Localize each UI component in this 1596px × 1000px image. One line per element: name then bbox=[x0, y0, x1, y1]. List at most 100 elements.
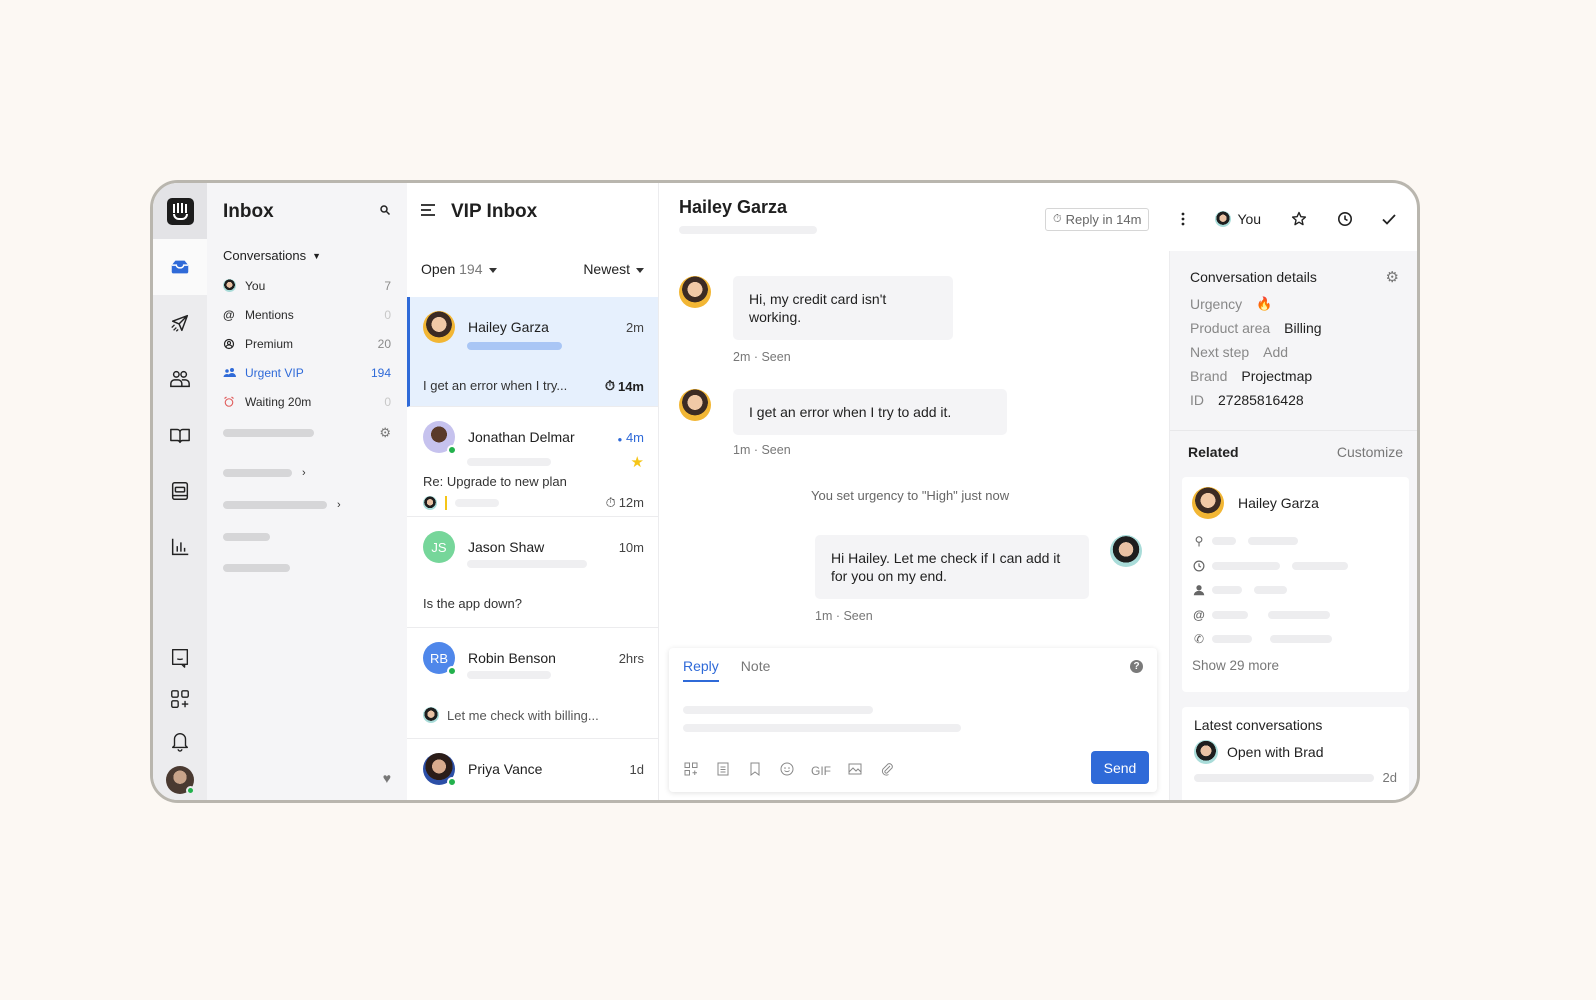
conversation-name: Robin Benson bbox=[468, 650, 556, 666]
clock-icon bbox=[1192, 560, 1206, 572]
avatar: JS bbox=[423, 531, 455, 563]
gear-icon[interactable]: ⚙ bbox=[1386, 268, 1399, 286]
sla-value: 14m bbox=[617, 378, 644, 394]
menu-icon[interactable] bbox=[421, 203, 435, 221]
detail-row-id: ID 27285816428 bbox=[1190, 392, 1304, 408]
conversation-actions: ⏱ Reply in 14m You bbox=[1045, 207, 1397, 231]
chevron-right-icon: › bbox=[337, 499, 341, 511]
help-icon[interactable]: ? bbox=[1130, 660, 1143, 673]
knowledge-nav-icon[interactable] bbox=[153, 407, 207, 463]
user-avatar[interactable] bbox=[166, 766, 195, 795]
timer-icon: ⏱ bbox=[605, 495, 616, 510]
avatar bbox=[423, 421, 457, 455]
detail-row-next-step[interactable]: Next step Add bbox=[1190, 340, 1399, 364]
phone-icon: ✆ bbox=[1193, 632, 1205, 647]
show-more-link[interactable]: Show 29 more bbox=[1192, 658, 1399, 673]
emoji-icon[interactable] bbox=[779, 761, 795, 780]
latest-conversation-item[interactable]: Open with Brad bbox=[1194, 740, 1397, 764]
conversation-snippet: Let me check with billing... bbox=[447, 707, 599, 723]
conversation-item[interactable]: Priya Vance 1d bbox=[407, 739, 658, 800]
priority-marker bbox=[445, 496, 447, 510]
sidebar-title: Inbox bbox=[223, 201, 274, 222]
sidebar-item-waiting[interactable]: Waiting 20m 0 bbox=[223, 387, 391, 416]
notifications-nav-icon[interactable] bbox=[153, 720, 207, 762]
latest-item-time: 2d bbox=[1382, 770, 1397, 785]
more-options-icon[interactable] bbox=[1175, 211, 1191, 227]
contact-name[interactable]: Hailey Garza bbox=[1238, 495, 1319, 511]
inbox-nav-icon[interactable] bbox=[153, 239, 207, 295]
conversations-section-toggle[interactable]: Conversations ▼ bbox=[223, 248, 391, 263]
messenger-nav-icon[interactable] bbox=[153, 636, 207, 678]
reports-nav-icon[interactable] bbox=[153, 519, 207, 575]
snooze-clock-icon[interactable] bbox=[1337, 211, 1353, 227]
sort-dropdown[interactable]: Newest bbox=[583, 261, 644, 277]
tab-reply[interactable]: Reply bbox=[683, 658, 719, 682]
conversation-snippet: Is the app down? bbox=[423, 596, 523, 611]
detail-row-brand[interactable]: Brand Projectmap bbox=[1190, 364, 1399, 388]
conversation-item[interactable]: Hailey Garza 2m I get an error when I tr… bbox=[407, 297, 658, 407]
avatar bbox=[423, 753, 457, 787]
people-icon bbox=[170, 370, 190, 388]
image-icon[interactable] bbox=[847, 761, 863, 780]
reply-composer: Reply Note ? GIF Send bbox=[669, 648, 1157, 792]
gear-icon[interactable]: ⚙ bbox=[379, 425, 391, 441]
tab-note[interactable]: Note bbox=[741, 658, 771, 682]
avatar bbox=[223, 279, 236, 292]
alarm-icon bbox=[223, 396, 245, 408]
event-note: You set urgency to "High" just now bbox=[811, 488, 1010, 503]
reply-sla-text: Reply in 14m bbox=[1065, 211, 1142, 227]
sidebar-item-count: 0 bbox=[384, 307, 391, 322]
apps-nav-icon[interactable] bbox=[153, 678, 207, 720]
intercom-logo[interactable] bbox=[153, 183, 207, 239]
send-button[interactable]: Send bbox=[1091, 751, 1149, 784]
placeholder-bar bbox=[467, 671, 551, 679]
filter-count: 194 bbox=[459, 261, 483, 277]
star-icon[interactable]: ★ bbox=[631, 453, 644, 471]
sidebar-item-count: 0 bbox=[384, 394, 391, 409]
detail-row-urgency[interactable]: Urgency 🔥 bbox=[1190, 292, 1399, 316]
conversation-name: Jason Shaw bbox=[468, 539, 545, 555]
status-filter-dropdown[interactable]: Open 194 bbox=[421, 261, 497, 277]
placeholder-bar bbox=[455, 499, 499, 507]
sidebar-item-premium[interactable]: Premium 20 bbox=[223, 329, 391, 358]
avatar bbox=[1192, 487, 1224, 519]
gif-button[interactable]: GIF bbox=[811, 764, 831, 778]
heart-icon[interactable]: ♥ bbox=[383, 770, 391, 786]
fire-icon: 🔥 bbox=[1256, 296, 1273, 311]
contacts-nav-icon[interactable] bbox=[153, 351, 207, 407]
sidebar-item-label: Urgent VIP bbox=[245, 365, 304, 380]
at-icon: @ bbox=[223, 307, 235, 322]
placeholder-item[interactable]: › bbox=[223, 499, 391, 511]
star-icon[interactable] bbox=[1291, 211, 1307, 227]
reply-input[interactable] bbox=[683, 706, 1143, 740]
paper-plane-icon bbox=[171, 314, 189, 332]
sidebar-item-mentions[interactable]: @ Mentions 0 bbox=[223, 300, 391, 329]
reports-list-nav-icon[interactable] bbox=[153, 463, 207, 519]
close-conversation-check-icon[interactable] bbox=[1381, 211, 1397, 227]
outbound-nav-icon[interactable] bbox=[153, 295, 207, 351]
latest-title: Latest conversations bbox=[1194, 717, 1323, 733]
assignee-button[interactable]: You bbox=[1215, 211, 1261, 227]
attachment-icon[interactable] bbox=[879, 761, 895, 780]
search-icon[interactable] bbox=[379, 203, 391, 221]
reply-sla-badge: ⏱ Reply in 14m bbox=[1045, 207, 1150, 231]
conversation-item[interactable]: RB Robin Benson 2hrs Let me check with b… bbox=[407, 628, 658, 739]
message-bubble: I get an error when I try to add it. bbox=[733, 389, 1007, 435]
article-icon[interactable] bbox=[715, 761, 731, 780]
conversation-time: 1d bbox=[629, 761, 644, 777]
placeholder-item[interactable]: › bbox=[223, 467, 391, 479]
placeholder-bar bbox=[679, 226, 817, 234]
detail-row-product-area[interactable]: Product area Billing bbox=[1190, 316, 1399, 340]
conversation-item[interactable]: JS Jason Shaw 10m Is the app down? bbox=[407, 517, 658, 628]
divider bbox=[1170, 430, 1417, 431]
placeholder-bar bbox=[467, 458, 551, 466]
bookmark-icon[interactable] bbox=[747, 761, 763, 780]
conversation-name: Priya Vance bbox=[468, 761, 543, 777]
placeholder-bar bbox=[467, 342, 562, 350]
sidebar-item-urgent-vip[interactable]: Urgent VIP 194 bbox=[223, 358, 391, 387]
customize-link[interactable]: Customize bbox=[1337, 444, 1403, 460]
conversation-item[interactable]: Jonathan Delmar ● 4m ★ Re: Upgrade to ne… bbox=[407, 407, 658, 517]
apps-icon[interactable] bbox=[683, 761, 699, 780]
sidebar-item-you[interactable]: You 7 bbox=[223, 271, 391, 300]
person-icon bbox=[1192, 584, 1206, 596]
